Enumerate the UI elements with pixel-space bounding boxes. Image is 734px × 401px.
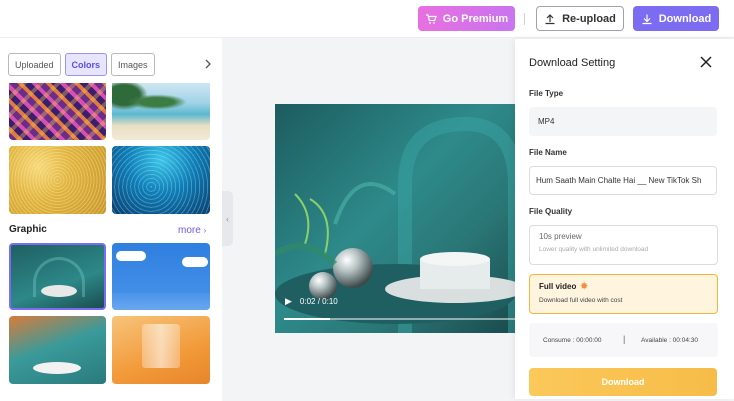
go-premium-button[interactable]: Go Premium (418, 6, 515, 31)
full-title-row: Full video ✵ (539, 281, 708, 292)
consume-row: Consume : 00:00:00 | Available : 00:04:3… (529, 323, 718, 357)
thumb-kaleidoscope[interactable] (9, 83, 106, 140)
top-bar: Go Premium Re-upload Download (0, 0, 734, 38)
available-text: Available : 00:04:30 (641, 337, 698, 344)
file-name-input[interactable]: Hum Saath Main Chalte Hai __ New TikTok … (529, 166, 717, 195)
tab-uploaded[interactable]: Uploaded (8, 53, 61, 76)
video-time: 0:02 / 0:10 (299, 297, 338, 306)
thumb-blue-sparkle[interactable] (112, 146, 210, 214)
more-link[interactable]: more › (178, 225, 206, 236)
file-quality-label: File Quality (529, 207, 573, 216)
go-premium-label: Go Premium (442, 12, 509, 25)
premium-star-icon: ✵ (580, 281, 588, 291)
thumb-sky-clouds[interactable] (112, 243, 210, 310)
full-title: Full video (539, 282, 577, 291)
chevron-right-icon[interactable] (202, 58, 214, 70)
consume-text: Consume : 00:00:00 (543, 337, 602, 344)
preview-desc: Lower quality with unlimited download (539, 246, 649, 253)
file-type-select[interactable]: MP4 (529, 107, 717, 136)
tab-colors[interactable]: Colors (64, 53, 108, 76)
re-upload-label: Re-upload (562, 12, 616, 25)
thumb-gold-glitter[interactable] (9, 146, 106, 214)
asset-tabs: Uploaded Colors Images (8, 53, 155, 76)
upload-icon (545, 13, 555, 24)
topbar-divider (524, 13, 525, 25)
asset-panel: Uploaded Colors Images Graphic more › (0, 38, 222, 401)
video-controls: ▶ 0:02 / 0:10 (285, 296, 338, 307)
download-button[interactable]: Download (529, 368, 717, 396)
section-label-graphic: Graphic (9, 224, 47, 235)
play-icon[interactable]: ▶ (285, 296, 292, 307)
preview-title: 10s preview (539, 232, 582, 241)
dialog-title: Download Setting (529, 57, 616, 69)
download-icon (642, 14, 652, 24)
consume-separator: | (623, 334, 626, 344)
chevron-left-icon: ‹ (226, 213, 229, 224)
thumb-orange-teal-stage[interactable] (9, 316, 106, 384)
download-setting-dialog: Download Setting File Type MP4 File Name… (515, 39, 734, 399)
close-icon[interactable] (699, 55, 713, 69)
thumb-beach[interactable] (112, 83, 210, 140)
download-top-button[interactable]: Download (633, 6, 719, 31)
chevron-right-small-icon: › (203, 226, 207, 235)
thumb-teal-stage[interactable] (9, 243, 106, 310)
file-name-label: File Name (529, 148, 567, 157)
file-type-label: File Type (529, 89, 564, 98)
quality-option-preview[interactable]: 10s preview Lower quality with unlimited… (529, 225, 718, 265)
tab-images[interactable]: Images (111, 53, 155, 76)
video-progress-fill (284, 318, 330, 320)
download-top-label: Download (658, 12, 712, 25)
collapse-panel-handle[interactable]: ‹ (222, 191, 233, 246)
cart-icon (425, 13, 437, 24)
thumb-orange-glass[interactable] (112, 316, 210, 384)
re-upload-button[interactable]: Re-upload (536, 6, 624, 31)
full-desc: Download full video with cost (539, 297, 623, 304)
quality-option-full[interactable]: Full video ✵ Download full video with co… (529, 274, 718, 314)
